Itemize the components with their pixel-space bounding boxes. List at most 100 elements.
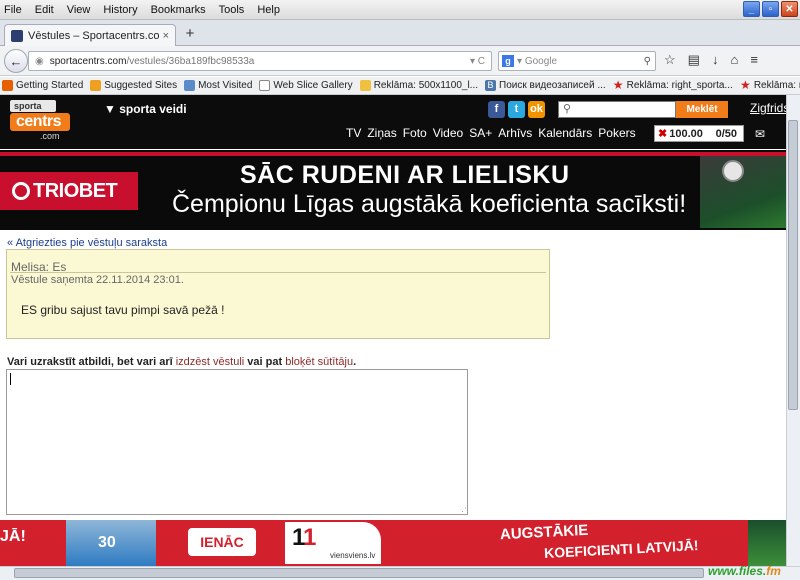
- bookmark-item[interactable]: Web Slice Gallery: [259, 80, 353, 91]
- bottom-ad-left-text: JĀ!: [0, 528, 26, 545]
- menu-tools[interactable]: Tools: [219, 4, 245, 16]
- ad-photo-right: [748, 520, 786, 566]
- nav-sa-plus[interactable]: SA+: [469, 126, 492, 140]
- url-bar[interactable]: ◉ sportacentrs.com /vestules/36ba189fbc9…: [28, 51, 492, 71]
- url-path: /vestules/36ba189fbc98533a: [126, 55, 255, 67]
- triobet-logo: TRIOBET: [0, 172, 138, 210]
- nav-arhivs[interactable]: Arhīvs: [498, 126, 532, 140]
- home-icon[interactable]: ⌂: [730, 52, 738, 68]
- reload-icon[interactable]: ▾ C: [470, 56, 485, 67]
- delete-message-link[interactable]: izdzēst vēstuli: [176, 356, 244, 368]
- bookmark-item[interactable]: Getting Started: [2, 80, 83, 91]
- page-icon: [259, 80, 271, 91]
- search-icon[interactable]: ⚲: [644, 56, 651, 67]
- message-date: Vēstule saņemta 22.11.2014 23:01.: [11, 274, 184, 286]
- tab-close-icon[interactable]: ×: [163, 30, 169, 42]
- google-icon: g: [502, 55, 514, 67]
- menu-history[interactable]: History: [103, 4, 137, 16]
- folder-icon: [184, 80, 196, 91]
- site-search-input[interactable]: ⚲: [558, 101, 676, 118]
- facebook-icon[interactable]: f: [488, 101, 505, 118]
- hamburger-menu-icon[interactable]: ≡: [750, 52, 758, 68]
- star-icon: ★: [739, 78, 751, 92]
- logo-ring-icon: [12, 182, 30, 200]
- toolbar-icons: ☆ ▤ ↓ ⌂ ≡: [664, 52, 758, 68]
- viensviens-logo: 11: [292, 524, 316, 551]
- odnoklassniki-icon[interactable]: ok: [528, 101, 545, 118]
- football-icon: [722, 160, 744, 182]
- bookmarks-toolbar: Getting Started Suggested Sites Most Vis…: [0, 77, 800, 95]
- player-photo: 30: [66, 520, 156, 566]
- horizontal-scroll-thumb[interactable]: [14, 568, 704, 578]
- menu-bookmarks[interactable]: Bookmarks: [151, 4, 206, 16]
- bookmarks-list-icon[interactable]: ▤: [688, 52, 700, 68]
- tab-title: Vēstules – Sportacentrs.com: [28, 29, 159, 42]
- balance-widget[interactable]: ✖ 100.00 0/50: [654, 125, 744, 142]
- twitter-icon[interactable]: t: [508, 101, 525, 118]
- search-engine-dropdown-icon[interactable]: ▾: [517, 56, 525, 67]
- site-search-button[interactable]: Meklēt: [676, 101, 728, 118]
- bookmark-item[interactable]: Most Visited: [184, 80, 252, 91]
- enter-button[interactable]: IENĀC: [188, 528, 256, 556]
- user-link[interactable]: Zigfrids: [750, 101, 789, 115]
- close-window-button[interactable]: ✕: [781, 1, 798, 17]
- menu-edit[interactable]: Edit: [35, 4, 54, 16]
- message-count: 0/50: [715, 127, 737, 140]
- menu-help[interactable]: Help: [257, 4, 280, 16]
- divider: [10, 272, 546, 273]
- social-links: f t ok: [488, 101, 545, 118]
- maximize-button[interactable]: ▫: [762, 1, 779, 17]
- balance-amount: 100.00: [669, 127, 703, 140]
- nav-foto[interactable]: Foto: [403, 126, 427, 140]
- block-sender-link[interactable]: bloķēt sūtītāju: [285, 356, 353, 368]
- nav-zinas[interactable]: Ziņas: [367, 126, 396, 140]
- bookmark-item[interactable]: Suggested Sites: [90, 80, 177, 91]
- vk-icon: B: [485, 80, 497, 91]
- nav-kalendars[interactable]: Kalendārs: [538, 126, 592, 140]
- message-box: [6, 249, 550, 339]
- vertical-scroll-thumb[interactable]: [788, 120, 798, 410]
- firefox-icon: [2, 80, 13, 91]
- mail-icon[interactable]: ✉: [755, 127, 765, 141]
- nav-video[interactable]: Video: [433, 126, 463, 140]
- player-number: 30: [98, 534, 116, 551]
- globe-icon: ◉: [35, 55, 44, 67]
- banner-headline: SĀC RUDENI AR LIELISKU: [240, 161, 570, 189]
- suggested-sites-icon: [90, 80, 102, 91]
- bookmark-star-icon[interactable]: ☆: [664, 52, 676, 68]
- resize-grip-icon[interactable]: ⋰: [458, 506, 467, 517]
- tab-vestules[interactable]: Vēstules – Sportacentrs.com ×: [4, 24, 176, 46]
- window-controls: _ ▫ ✕: [743, 1, 798, 17]
- nav-pokers[interactable]: Pokers: [598, 126, 635, 140]
- bookmark-item[interactable]: ★Reklāma: right_sporta...: [612, 78, 733, 92]
- site-nav: TV Ziņas Foto Video SA+ Arhīvs Kalendārs…: [346, 126, 636, 140]
- menu-bar: File Edit View History Bookmarks Tools H…: [0, 0, 293, 20]
- message-body: ES gribu sajust tavu pimpi savā pežā !: [21, 303, 225, 317]
- search-icon: ⚲: [563, 103, 572, 115]
- downloads-icon[interactable]: ↓: [712, 52, 719, 68]
- site-favicon-icon: [11, 29, 23, 42]
- crown-icon: [359, 80, 371, 91]
- viensviens-site: viensviens.lv: [330, 551, 376, 560]
- menu-file[interactable]: File: [4, 4, 22, 16]
- browser-search-input[interactable]: g ▾ Google ⚲: [498, 51, 656, 71]
- menu-view[interactable]: View: [67, 4, 91, 16]
- star-icon: ★: [612, 78, 624, 92]
- text-cursor: [10, 373, 11, 385]
- reply-label: Vari uzrakstīt atbildi, bet vari arī izd…: [7, 356, 357, 368]
- bookmark-item[interactable]: Reklāma: 500x1100_l...: [359, 80, 478, 91]
- bookmark-item[interactable]: B Поиск видеозаписей ...: [485, 80, 606, 91]
- back-button[interactable]: ←: [4, 49, 28, 73]
- new-tab-button[interactable]: +: [182, 26, 198, 42]
- reply-textarea[interactable]: [6, 369, 468, 515]
- bookmark-item[interactable]: ★Reklāma: right_sporta...: [739, 78, 800, 92]
- minimize-button[interactable]: _: [743, 1, 760, 17]
- balance-icon: ✖: [658, 128, 668, 140]
- back-to-messages-link[interactable]: « Atgriezties pie vēstuļu saraksta: [7, 237, 167, 249]
- sportacentrs-logo[interactable]: sporta centrs .com: [10, 100, 82, 144]
- nav-tv[interactable]: TV: [346, 126, 361, 140]
- sports-menu[interactable]: ▼ sporta veidi: [104, 102, 187, 116]
- watermark: www.files.fm: [708, 564, 781, 578]
- banner-stripe: [0, 152, 786, 156]
- banner-subheadline: Čempionu Līgas augstākā koeficienta sacī…: [172, 190, 687, 218]
